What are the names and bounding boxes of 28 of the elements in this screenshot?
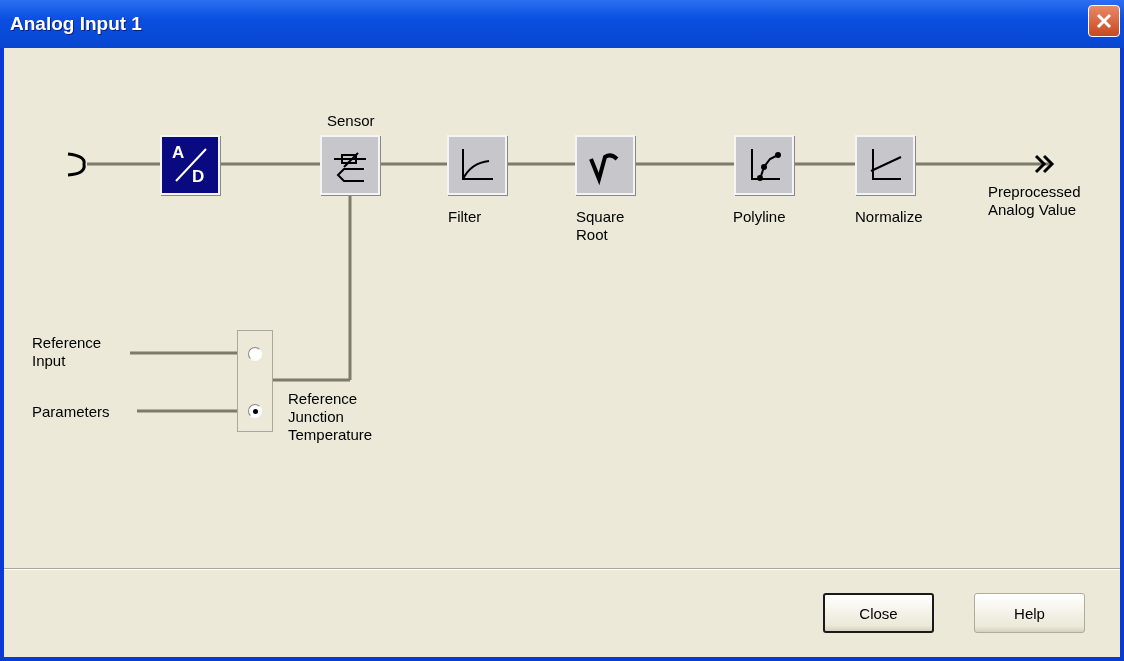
connector-line	[794, 162, 855, 166]
close-icon[interactable]	[1088, 5, 1120, 37]
slash-icon	[172, 147, 208, 183]
normalize-block[interactable]	[855, 135, 915, 195]
dialog-button[interactable]: Close	[823, 593, 934, 633]
reference-label: Reference Junction Temperature	[288, 390, 374, 444]
block-label: Square Root	[576, 208, 626, 244]
input-socket-icon	[67, 152, 86, 177]
reference-option-label: Parameters	[32, 403, 110, 421]
block-label: Normalize	[855, 208, 923, 226]
polyline-block[interactable]	[734, 135, 794, 195]
letter-label: D	[192, 167, 205, 187]
radio-button[interactable]	[248, 347, 262, 361]
block-label: Polyline	[733, 208, 786, 226]
letter-label: A	[172, 143, 185, 163]
radio-button[interactable]	[248, 404, 262, 418]
output-label: Preprocessed Analog Value	[988, 183, 1082, 219]
dialog-button[interactable]: Help	[974, 593, 1085, 633]
reference-option-label: Reference Input	[32, 334, 103, 370]
window-title: Analog Input 1	[10, 13, 142, 35]
sqrt-block[interactable]	[575, 135, 635, 195]
sensor-block[interactable]	[320, 135, 380, 195]
converter-block[interactable]: A D	[160, 135, 220, 195]
block-label: Filter	[448, 208, 482, 226]
block-label: Sensor	[327, 112, 375, 130]
connector-line	[507, 162, 575, 166]
connector-line	[380, 162, 447, 166]
filter-block[interactable]	[447, 135, 507, 195]
